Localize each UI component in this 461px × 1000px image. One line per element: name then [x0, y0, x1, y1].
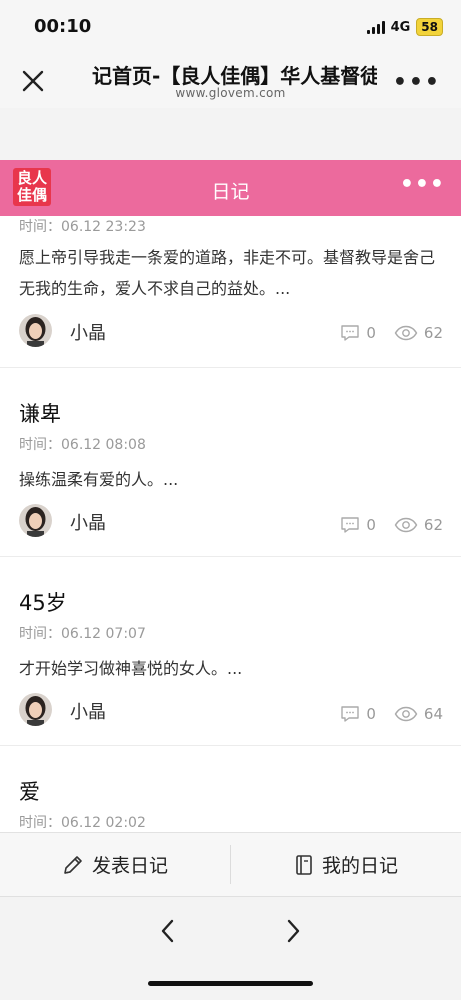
entry-excerpt: 才开始学习做神喜悦的女人。... — [19, 659, 243, 678]
my-diary-label: 我的日记 — [321, 855, 398, 877]
browser-more-button[interactable]: ••• — [393, 72, 441, 94]
author-name[interactable]: 小晶 — [70, 698, 106, 724]
comment-count: 0 — [340, 705, 376, 723]
pencil-icon — [64, 855, 82, 874]
entry-stats: 0 62 — [322, 516, 443, 534]
entry-stats: 0 64 — [322, 705, 443, 723]
view-count: 62 — [394, 516, 443, 534]
eye-icon — [394, 706, 418, 722]
app-title: 日记 — [211, 181, 250, 203]
comment-icon — [341, 517, 360, 533]
entry-time: 时间：06.12 23:23 — [19, 219, 146, 235]
forward-button[interactable] — [283, 917, 303, 945]
entry-time: 时间：06.12 07:07 — [19, 626, 146, 642]
comment-count: 0 — [340, 516, 376, 534]
my-diary-button[interactable]: 我的日记 — [231, 833, 461, 896]
home-indicator[interactable] — [148, 981, 313, 986]
entry-stats: 0 62 — [322, 324, 443, 342]
entry-title: 谦卑 — [19, 402, 61, 426]
diary-entry[interactable]: 时间：06.12 23:23 愿上帝引导我走一条爱的道路，非走不可。基督教导是舍… — [0, 216, 461, 368]
publish-diary-button[interactable]: 发表日记 — [0, 833, 230, 896]
battery-indicator: 58 — [416, 18, 443, 36]
browser-header: 记首页-【良人佳偶】华人基督徒婚恋 www.glovem.com ••• — [0, 52, 461, 108]
view-count: 62 — [394, 324, 443, 342]
bottom-actions: 发表日记 我的日记 — [0, 832, 461, 896]
avatar[interactable] — [19, 504, 52, 537]
entry-time: 时间：06.12 02:02 — [19, 815, 146, 831]
author-name[interactable]: 小晶 — [70, 509, 106, 535]
comment-count: 0 — [340, 324, 376, 342]
chevron-right-icon — [287, 919, 300, 943]
status-time: 00:10 — [34, 16, 92, 37]
view-count: 64 — [394, 705, 443, 723]
app-bar: 良人 佳偶 日记 ••• — [0, 160, 461, 216]
page-gap — [0, 108, 461, 160]
back-button[interactable] — [158, 917, 178, 945]
chevron-left-icon — [161, 919, 174, 943]
page-title: 记首页-【良人佳偶】华人基督徒婚恋 — [92, 64, 377, 88]
entry-excerpt: 操练温柔有爱的人。... — [19, 470, 179, 489]
publish-diary-label: 发表日记 — [91, 855, 168, 877]
status-bar: 00:10 4G 58 — [0, 0, 461, 52]
avatar[interactable] — [19, 314, 52, 347]
entry-time: 时间：06.12 08:08 — [19, 437, 146, 453]
author-name[interactable]: 小晶 — [70, 319, 106, 345]
diary-list: 时间：06.12 23:23 愿上帝引导我走一条爱的道路，非走不可。基督教导是舍… — [0, 216, 461, 832]
notebook-icon — [296, 854, 312, 875]
comment-icon — [341, 325, 360, 341]
avatar[interactable] — [19, 693, 52, 726]
comment-icon — [341, 706, 360, 722]
diary-entry[interactable]: 45岁 时间：06.12 07:07 才开始学习做神喜悦的女人。... 小晶 0… — [0, 557, 461, 746]
entry-excerpt: 愿上帝引导我走一条爱的道路，非走不可。基督教导是舍己无我的生命，爱人不求自己的益… — [19, 248, 436, 298]
diary-entry[interactable]: 谦卑 时间：06.12 08:08 操练温柔有爱的人。... 小晶 0 62 — [0, 368, 461, 557]
entry-title: 45岁 — [19, 591, 67, 615]
network-type: 4G — [390, 19, 411, 35]
app-more-button[interactable]: ••• — [400, 172, 445, 197]
eye-icon — [394, 325, 418, 341]
diary-entry[interactable]: 爱 时间：06.12 02:02 — [0, 746, 461, 832]
entry-title: 爱 — [19, 780, 40, 804]
signal-icon — [366, 20, 385, 34]
browser-nav-bar — [0, 896, 461, 1000]
status-indicators: 4G 58 — [366, 18, 443, 36]
eye-icon — [394, 517, 418, 533]
